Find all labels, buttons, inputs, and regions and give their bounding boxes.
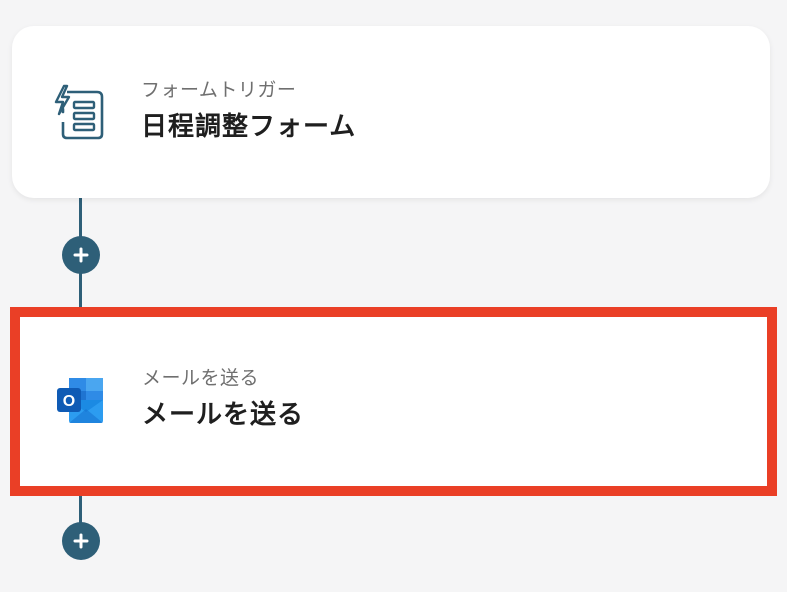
outlook-icon: O [54,375,108,425]
step-card-form-trigger[interactable]: フォームトリガー 日程調整フォーム [12,26,770,198]
flow-connector [79,494,82,524]
add-step-button[interactable] [62,522,100,560]
add-step-button[interactable] [62,236,100,274]
step-title: 日程調整フォーム [141,112,357,142]
step-type-label: メールを送る [142,367,260,389]
form-trigger-icon [52,81,108,143]
plus-icon [73,247,89,263]
svg-text:O: O [63,393,75,410]
step-type-label: フォームトリガー [141,79,297,101]
plus-icon [73,533,89,549]
step-title: メールを送る [142,400,305,430]
workflow-canvas: フォームトリガー 日程調整フォーム O メールを送る メールを送る [0,0,787,592]
step-card-send-mail[interactable]: O メールを送る メールを送る [20,317,767,486]
